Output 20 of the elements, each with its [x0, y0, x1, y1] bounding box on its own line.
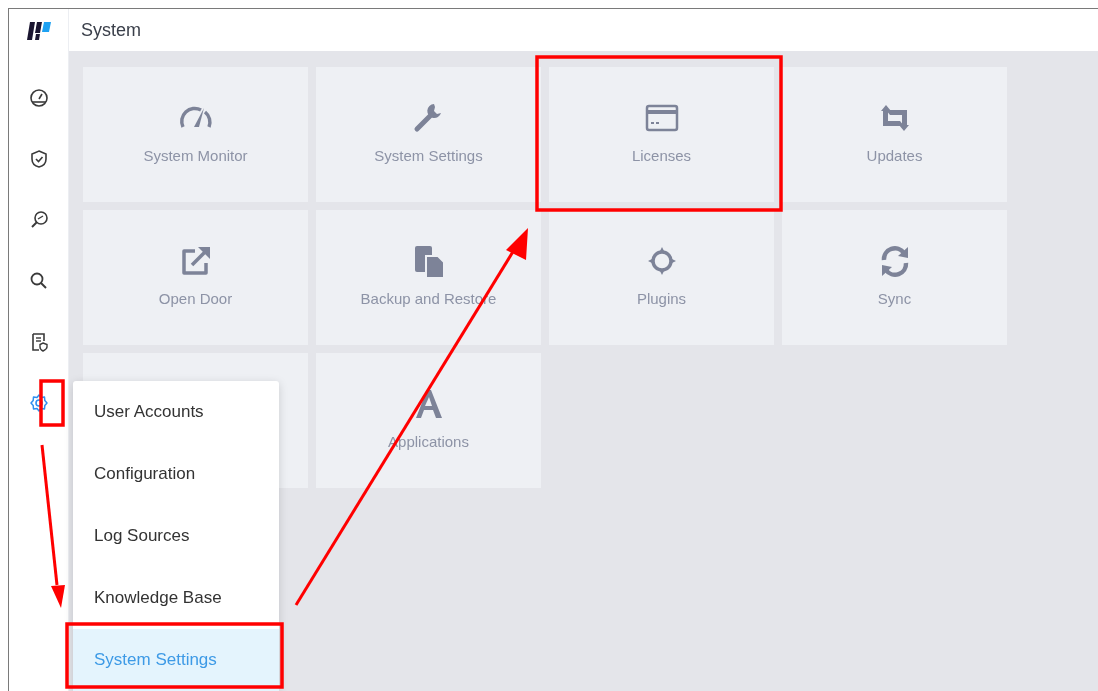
menu-item[interactable]: Configuration — [73, 443, 279, 505]
tile-label: Plugins — [636, 289, 687, 309]
menu-item[interactable]: Log Sources — [73, 505, 279, 567]
tile-label: Sync — [877, 289, 912, 309]
tile-button[interactable]: Updates — [782, 67, 1007, 202]
tile-label: System Settings — [374, 146, 483, 166]
tile-button[interactable]: Plugins — [549, 210, 774, 345]
tile-label: Licenses — [631, 146, 692, 166]
tile-button[interactable]: Sync — [782, 210, 1007, 345]
menu-item[interactable]: System Settings — [73, 629, 279, 691]
menu-item[interactable]: User Accounts — [73, 381, 279, 443]
tile-button[interactable]: System Monitor — [83, 67, 308, 202]
tile-label: Open Door — [158, 289, 233, 309]
tile-button[interactable]: System Settings — [316, 67, 541, 202]
tile-label: Updates — [866, 146, 923, 166]
tile-label: System Monitor — [143, 146, 248, 166]
menu-item[interactable]: Knowledge Base — [73, 567, 279, 629]
tile-button[interactable]: Open Door — [83, 210, 308, 345]
page-title: System — [81, 18, 141, 42]
tile-button[interactable]: Licenses — [549, 67, 774, 202]
